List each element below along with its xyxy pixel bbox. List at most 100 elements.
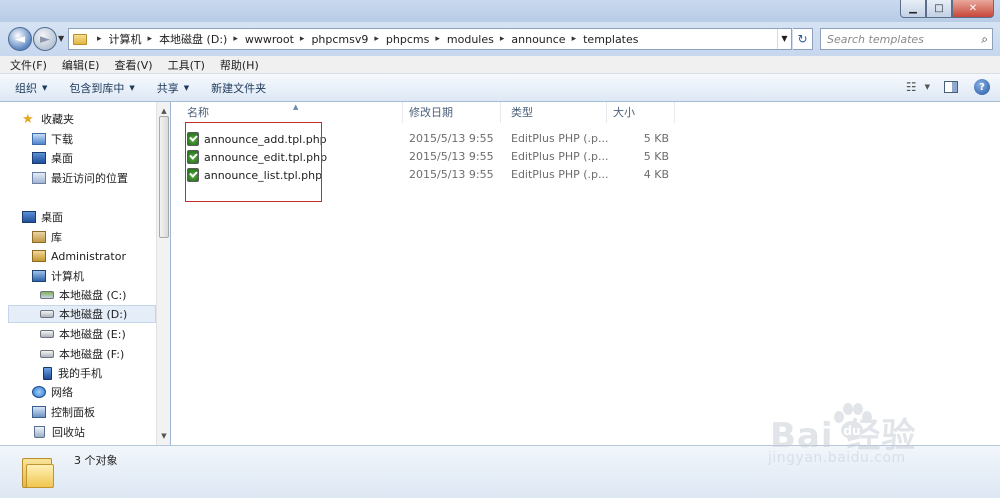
phone-icon xyxy=(43,366,52,380)
menu-file[interactable]: 文件(F) xyxy=(10,57,47,73)
column-header-size[interactable]: 大小 xyxy=(603,102,675,123)
preview-pane-icon[interactable] xyxy=(944,81,958,93)
folder-icon xyxy=(22,454,56,488)
file-list-pane: ▲ 名称 修改日期 类型 大小 announce_add.tpl.php 201… xyxy=(171,102,1000,445)
column-header-type[interactable]: 类型 xyxy=(501,102,607,123)
organize-button[interactable]: 组织 ▼ xyxy=(15,80,47,96)
nav-computer-label: 计算机 xyxy=(51,270,84,283)
new-folder-button[interactable]: 新建文件夹 xyxy=(211,80,266,96)
nav-pane-scrollbar[interactable]: ▲ ▼ xyxy=(156,102,170,445)
file-modified: 2015/5/13 9:55 xyxy=(409,150,494,163)
breadcrumb-separator[interactable]: ▸ xyxy=(435,34,440,44)
back-button[interactable]: ◄ xyxy=(8,27,32,51)
forward-button[interactable]: ► xyxy=(33,27,57,51)
nav-desktop[interactable]: 桌面 xyxy=(22,208,63,226)
address-dropdown[interactable]: ▼ xyxy=(777,29,791,49)
file-type: EditPlus PHP (.p... xyxy=(511,150,609,163)
file-size: 5 KB xyxy=(643,132,669,145)
sort-ascending-icon: ▲ xyxy=(293,103,299,111)
maximize-button[interactable]: □ xyxy=(926,0,952,18)
recycle-bin-icon xyxy=(34,426,45,438)
breadcrumb-phpcms[interactable]: phpcms xyxy=(386,33,429,46)
breadcrumb-separator[interactable]: ▸ xyxy=(233,34,238,44)
column-header-modified[interactable]: 修改日期 xyxy=(399,102,501,123)
nav-library[interactable]: 库 xyxy=(32,228,62,246)
chevron-down-icon: ▼ xyxy=(129,83,135,92)
nav-network[interactable]: 网络 xyxy=(32,383,73,401)
library-icon xyxy=(32,231,46,243)
nav-downloads-label: 下载 xyxy=(51,133,73,146)
downloads-folder-icon xyxy=(32,133,46,145)
breadcrumb-wwwroot[interactable]: wwwroot xyxy=(245,33,294,46)
breadcrumb-announce[interactable]: announce xyxy=(511,33,565,46)
address-bar[interactable]: ▸ 计算机 ▸ 本地磁盘 (D:) ▸ wwwroot ▸ phpcmsv9 ▸… xyxy=(68,28,792,50)
recent-pages-dropdown[interactable]: ▼ xyxy=(58,34,64,43)
include-in-library-button[interactable]: 包含到库中 ▼ xyxy=(69,80,134,96)
nav-drive-e[interactable]: 本地磁盘 (E:) xyxy=(40,325,126,343)
nav-recycle-bin[interactable]: 回收站 xyxy=(32,423,85,441)
breadcrumb-drive-d[interactable]: 本地磁盘 (D:) xyxy=(159,31,227,47)
nav-favorites[interactable]: ★ 收藏夹 xyxy=(22,110,74,128)
breadcrumb-separator[interactable]: ▸ xyxy=(97,34,102,44)
breadcrumb-modules[interactable]: modules xyxy=(447,33,494,46)
share-label: 共享 xyxy=(156,81,179,95)
breadcrumb-separator[interactable]: ▸ xyxy=(572,34,577,44)
organize-label: 组织 xyxy=(15,81,37,95)
user-folder-icon xyxy=(32,250,46,262)
nav-control-panel-label: 控制面板 xyxy=(51,406,95,419)
desktop-icon xyxy=(22,211,36,223)
nav-recent-places[interactable]: 最近访问的位置 xyxy=(32,169,128,187)
breadcrumb-separator[interactable]: ▸ xyxy=(300,34,305,44)
scroll-down-arrow[interactable]: ▼ xyxy=(157,429,171,443)
nav-drive-f[interactable]: 本地磁盘 (F:) xyxy=(40,345,124,363)
menu-edit[interactable]: 编辑(E) xyxy=(62,57,100,73)
window-controls: ▁ □ ✕ xyxy=(900,0,994,18)
search-icon[interactable]: ⌕ xyxy=(981,32,988,47)
breadcrumb-separator[interactable]: ▸ xyxy=(500,34,505,44)
nav-drive-c[interactable]: 本地磁盘 (C:) xyxy=(40,286,126,304)
menu-tools[interactable]: 工具(T) xyxy=(168,57,205,73)
breadcrumb-templates[interactable]: templates xyxy=(583,33,638,46)
nav-my-phone[interactable]: 我的手机 xyxy=(40,364,102,382)
system-drive-icon xyxy=(40,291,54,299)
item-count: 3 个对象 xyxy=(74,454,118,467)
nav-drive-d-label: 本地磁盘 (D:) xyxy=(59,308,128,321)
desktop-icon xyxy=(32,152,46,164)
share-button[interactable]: 共享 ▼ xyxy=(157,80,189,96)
navigation-pane: ★ 收藏夹 下载 桌面 最近访问的位置 桌面 库 Administrator 计… xyxy=(0,102,170,445)
column-header-name-label: 名称 xyxy=(187,106,209,119)
navigation-bar: ◄ ► ▼ ▸ 计算机 ▸ 本地磁盘 (D:) ▸ wwwroot ▸ phpc… xyxy=(0,22,1000,56)
chevron-down-icon: ▼ xyxy=(924,83,930,91)
menu-help[interactable]: 帮助(H) xyxy=(220,57,259,73)
file-type: EditPlus PHP (.p... xyxy=(511,168,609,181)
menu-bar: 文件(F) 编辑(E) 查看(V) 工具(T) 帮助(H) xyxy=(0,56,1000,74)
refresh-button[interactable]: ↻ xyxy=(793,28,813,50)
breadcrumb-computer[interactable]: 计算机 xyxy=(109,31,142,47)
nav-user-folder-label: Administrator xyxy=(51,249,126,263)
file-size: 4 KB xyxy=(643,168,669,181)
nav-drive-d[interactable]: 本地磁盘 (D:) xyxy=(8,305,156,323)
search-input[interactable]: Search templates ⌕ xyxy=(820,28,993,50)
title-bar: ▁ □ ✕ xyxy=(0,0,1000,22)
help-icon[interactable]: ? xyxy=(974,79,990,95)
breadcrumb-phpcmsv9[interactable]: phpcmsv9 xyxy=(311,33,368,46)
nav-user-folder[interactable]: Administrator xyxy=(32,247,126,265)
breadcrumb-separator[interactable]: ▸ xyxy=(374,34,379,44)
menu-view[interactable]: 查看(V) xyxy=(114,57,152,73)
details-pane: 3 个对象 xyxy=(0,445,1000,498)
change-view-button[interactable]: ☷ ▼ xyxy=(906,80,930,94)
drive-icon xyxy=(40,330,54,338)
computer-icon xyxy=(32,270,46,282)
nav-control-panel[interactable]: 控制面板 xyxy=(32,403,95,421)
chevron-down-icon: ▼ xyxy=(42,83,48,92)
nav-drive-c-label: 本地磁盘 (C:) xyxy=(59,289,127,302)
close-button[interactable]: ✕ xyxy=(952,0,994,18)
nav-network-label: 网络 xyxy=(51,386,73,399)
nav-computer[interactable]: 计算机 xyxy=(32,267,84,285)
breadcrumb-separator[interactable]: ▸ xyxy=(148,34,153,44)
nav-downloads[interactable]: 下载 xyxy=(32,130,73,148)
column-header-name[interactable]: ▲ 名称 xyxy=(177,102,403,123)
nav-desktop-favorite[interactable]: 桌面 xyxy=(32,149,73,167)
minimize-button[interactable]: ▁ xyxy=(900,0,926,18)
scrollbar-thumb[interactable] xyxy=(159,116,169,238)
